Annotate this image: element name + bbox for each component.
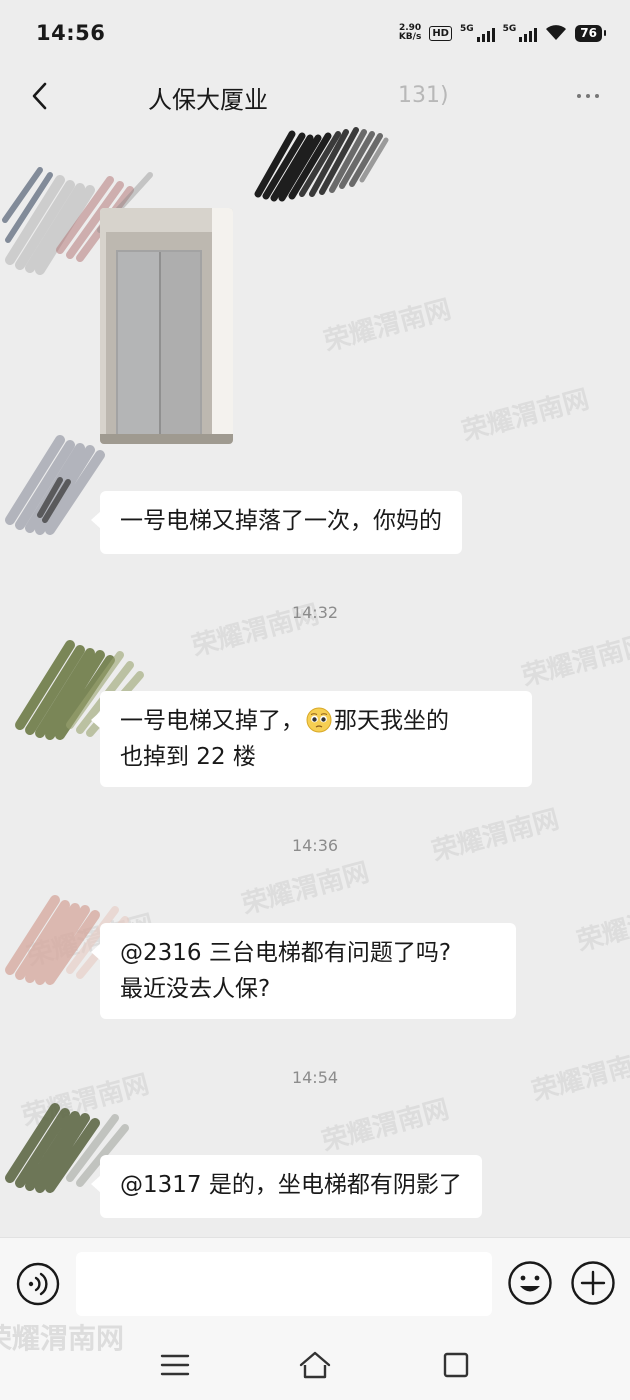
status-time: 14:56: [36, 21, 106, 45]
hd-badge: HD: [429, 25, 452, 41]
message-bubble[interactable]: @1317 是的，坐电梯都有阴影了: [91, 1155, 482, 1218]
watermark: 荣耀渭南网: [428, 804, 563, 868]
message-text: @2316 三台电梯都有问题了吗?: [120, 940, 452, 966]
system-navigation-bar: 荣耀渭南网: [0, 1322, 630, 1400]
message-input[interactable]: [76, 1252, 492, 1316]
status-bar: 14:56 2.90 KB/s HD 5G 5G 76: [0, 0, 630, 66]
elevator-photo-image: [100, 208, 233, 444]
timestamp: 14:32: [291, 603, 339, 622]
more-dot: [577, 94, 581, 98]
chevron-left-icon: [32, 82, 47, 110]
message-text-line2: 也掉到 22 楼: [120, 744, 256, 770]
voice-icon[interactable]: [16, 1262, 60, 1306]
message-text: @1317 是的，坐电梯都有阴影了: [120, 1172, 462, 1198]
back-nav-icon[interactable]: [438, 1347, 474, 1383]
watermark: 荣耀渭南网: [573, 894, 630, 958]
watermark: 荣耀渭南网: [320, 294, 455, 358]
input-bar: [0, 1237, 630, 1331]
more-dot: [595, 94, 599, 98]
watermark: 荣耀渭南网: [518, 629, 630, 693]
watermark: 荣耀渭南网: [458, 384, 593, 448]
message-text-line2: 最近没去人保?: [120, 976, 271, 1002]
more-dot: [586, 94, 590, 98]
emoji-icon[interactable]: [507, 1260, 553, 1306]
timestamp: 14:54: [291, 1068, 339, 1087]
home-icon[interactable]: [297, 1347, 333, 1383]
battery-indicator: 76: [575, 24, 606, 42]
message-text: 一号电梯又掉落了一次，你妈的: [120, 508, 442, 534]
back-button[interactable]: [20, 76, 60, 116]
member-count: 131): [398, 83, 449, 108]
message-bubble[interactable]: 一号电梯又掉落了一次，你妈的: [91, 491, 462, 554]
message-bubble[interactable]: @2316 三台电梯都有问题了吗? 最近没去人保?: [91, 923, 516, 1019]
elevator-photo[interactable]: [100, 208, 233, 444]
redaction-scribble: [254, 127, 389, 202]
menu-icon[interactable]: [157, 1347, 193, 1383]
pleading-face-icon: [306, 707, 332, 733]
signal-icon-2: 5G: [503, 24, 538, 42]
chat-header: 人保大厦业 131): [0, 66, 630, 202]
message-text: 一号电梯又掉了， 那天我坐的: [120, 707, 449, 734]
chat-title: 人保大厦业: [148, 86, 268, 114]
plus-icon[interactable]: [570, 1260, 616, 1306]
signal-icon: 5G: [460, 24, 495, 42]
network-speed: 2.90 KB/s: [398, 23, 422, 42]
watermark: 荣耀渭南网: [238, 857, 373, 921]
status-indicators: 2.90 KB/s HD 5G 5G 76: [398, 23, 606, 42]
timestamp: 14:36: [291, 836, 339, 855]
wifi-icon: [546, 25, 567, 40]
more-options-button[interactable]: [568, 80, 608, 112]
watermark: 荣耀渭南网: [318, 1094, 453, 1158]
message-bubble[interactable]: 一号电梯又掉了， 那天我坐的 也掉到 22 楼: [91, 691, 532, 787]
